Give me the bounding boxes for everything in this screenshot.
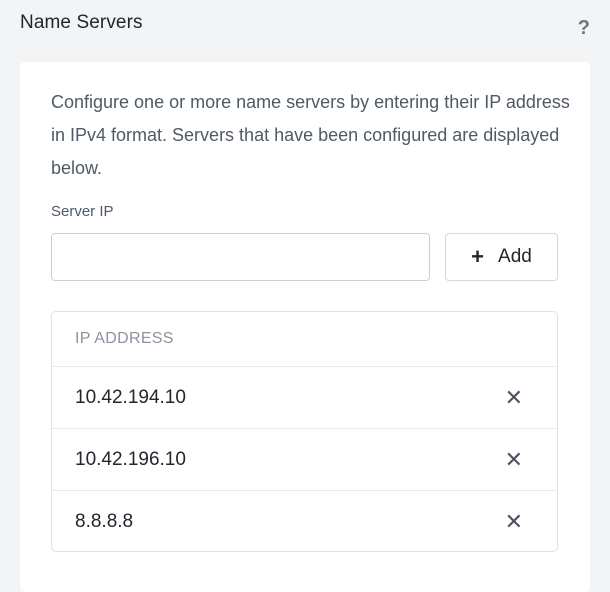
plus-icon: +	[471, 244, 485, 269]
section-title: Name Servers	[20, 12, 143, 33]
column-header-ip-address: IP ADDRESS	[75, 330, 174, 347]
table-header: IP ADDRESS	[52, 312, 557, 367]
ip-address-cell: 10.42.194.10	[75, 386, 186, 408]
server-ip-label: Server IP	[51, 203, 114, 220]
add-button[interactable]: + Add	[445, 233, 558, 281]
add-button-label: Add	[498, 246, 532, 267]
remove-icon[interactable]: ✕	[505, 511, 523, 533]
name-servers-table: IP ADDRESS 10.42.194.10 ✕ 10.42.196.10 ✕…	[51, 311, 558, 552]
table-row: 8.8.8.8 ✕	[52, 491, 557, 551]
description-text: Configure one or more name servers by en…	[51, 92, 570, 178]
name-servers-card: Configure one or more name servers by en…	[20, 62, 590, 592]
table-row: 10.42.196.10 ✕	[52, 429, 557, 491]
help-icon[interactable]: ?	[578, 17, 590, 40]
section-header: Name Servers ?	[20, 12, 594, 39]
ip-address-cell: 8.8.8.8	[75, 511, 134, 532]
remove-icon[interactable]: ✕	[505, 448, 523, 471]
ip-address-cell: 10.42.196.10	[75, 448, 186, 470]
table-row: 10.42.194.10 ✕	[52, 367, 557, 429]
server-ip-input[interactable]	[51, 233, 430, 281]
remove-icon[interactable]: ✕	[505, 386, 523, 409]
